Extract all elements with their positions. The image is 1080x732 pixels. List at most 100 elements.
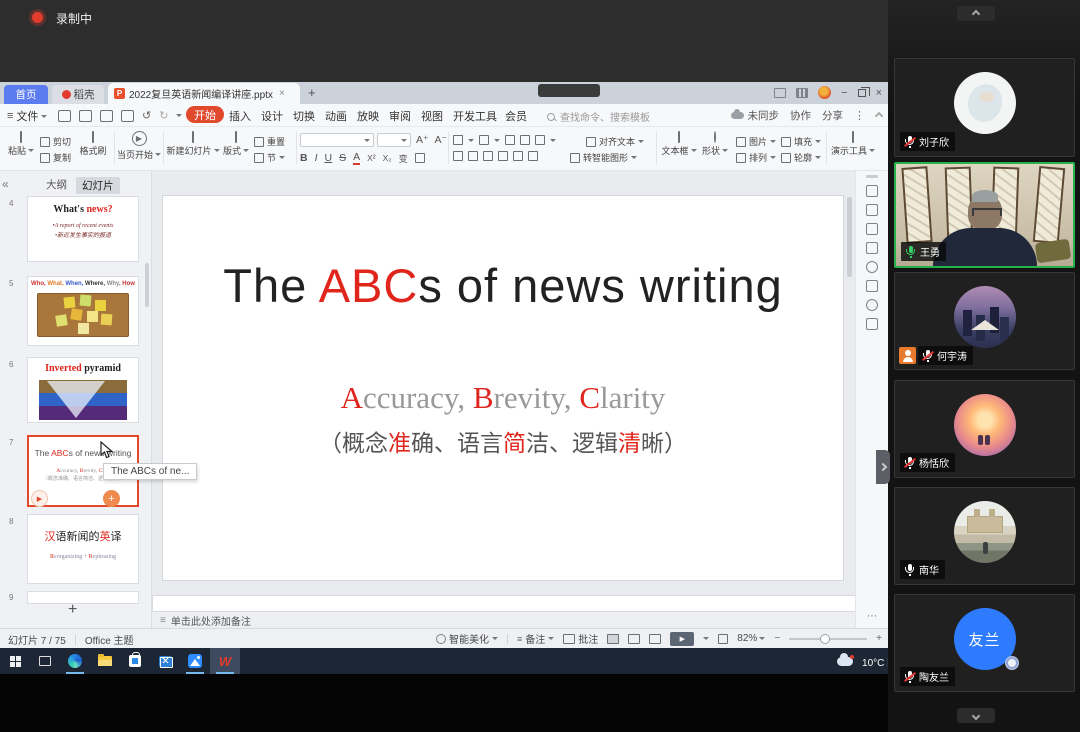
tab-slides[interactable]: 幻灯片: [76, 177, 120, 194]
more-menu-icon[interactable]: ⋮: [854, 109, 865, 122]
reset-button[interactable]: 重置: [254, 135, 285, 148]
help-icon[interactable]: [866, 261, 878, 273]
zoom-in-button[interactable]: +: [876, 633, 882, 644]
font-color-button[interactable]: A: [353, 151, 360, 165]
meeting-app-button[interactable]: [180, 648, 210, 674]
font-size-select[interactable]: [377, 133, 411, 147]
text-effect-button[interactable]: 变: [399, 152, 408, 165]
headset-icon[interactable]: [866, 280, 878, 292]
share-button[interactable]: 分享: [822, 108, 843, 123]
collapse-ribbon-icon[interactable]: [875, 111, 883, 119]
menu-tab-transition[interactable]: 切换: [293, 108, 315, 124]
participant-tile[interactable]: 何宇涛: [894, 272, 1075, 370]
quickbar-more-icon[interactable]: [176, 114, 182, 117]
participant-tile[interactable]: 南华: [894, 487, 1075, 585]
print-preview-icon[interactable]: [121, 110, 134, 122]
menu-tab-home[interactable]: 开始: [186, 106, 224, 123]
normal-view-icon[interactable]: [607, 634, 619, 644]
minimize-button[interactable]: −: [841, 87, 847, 99]
panel-scrollbar[interactable]: [145, 263, 149, 307]
slide-canvas[interactable]: The ABCs of news writing Accuracy, Brevi…: [162, 195, 844, 581]
redo-icon[interactable]: ↻: [159, 109, 168, 122]
canvas-scrollbar[interactable]: [847, 197, 852, 277]
fit-slide-icon[interactable]: [718, 634, 728, 644]
restore-button[interactable]: [858, 89, 866, 97]
zoom-level[interactable]: 82%: [737, 633, 765, 644]
play-from-slide-button[interactable]: ▶: [31, 490, 48, 507]
file-menu[interactable]: ≡ 文件: [7, 108, 47, 124]
mail-button[interactable]: [150, 648, 180, 674]
collapse-panel-icon[interactable]: «: [2, 177, 9, 191]
subscript-button[interactable]: X₂: [383, 153, 392, 163]
shapes-button[interactable]: 形状: [700, 132, 730, 157]
copy-button[interactable]: 复制: [40, 151, 71, 164]
tab-docer[interactable]: 稻壳: [52, 85, 104, 104]
tab-home[interactable]: 首页: [4, 85, 48, 104]
strikethrough-button[interactable]: S: [339, 152, 346, 164]
meeting-float-bar[interactable]: [538, 84, 600, 97]
outline-button[interactable]: 轮廓: [781, 151, 821, 164]
tab-document[interactable]: P 2022复旦英语新闻编译讲座.pptx ×: [108, 83, 300, 104]
font-name-select[interactable]: [300, 133, 374, 147]
export-icon[interactable]: [79, 110, 92, 122]
align-text-button[interactable]: 对齐文本: [586, 135, 644, 148]
play-from-current-button[interactable]: ▶当页开始: [118, 131, 160, 161]
ai-assistant-icon[interactable]: [866, 185, 878, 197]
notes-input[interactable]: [152, 595, 855, 612]
new-slide-button[interactable]: 新建幻灯片: [167, 132, 219, 157]
scroll-up-button[interactable]: [957, 6, 995, 21]
shrink-font-icon[interactable]: A⁻: [435, 134, 448, 146]
menu-tab-animation[interactable]: 动画: [325, 108, 347, 124]
sync-status[interactable]: 未同步: [731, 108, 780, 123]
strip-more-icon[interactable]: ⋯: [856, 611, 888, 622]
menu-tab-review[interactable]: 审阅: [389, 108, 411, 124]
text-direction-icon[interactable]: [535, 135, 545, 145]
menu-tab-slideshow[interactable]: 放映: [357, 108, 379, 124]
scroll-down-button[interactable]: [957, 708, 995, 723]
paste-button[interactable]: 粘贴: [6, 132, 36, 157]
decrease-indent-icon[interactable]: [505, 135, 515, 145]
textbox-button[interactable]: 文本框: [661, 132, 697, 157]
slides-pane-icon[interactable]: [866, 242, 878, 254]
start-button[interactable]: [0, 648, 30, 674]
align-right-icon[interactable]: [483, 151, 493, 161]
slide-thumbnail-4[interactable]: What's news? •A report of recent events …: [27, 196, 139, 262]
zoom-slider-knob[interactable]: [820, 634, 830, 644]
notes-toggle[interactable]: ≡备注: [517, 631, 554, 646]
theme-name[interactable]: Office 主题: [85, 632, 134, 647]
participant-tile[interactable]: 刘子欣: [894, 58, 1075, 157]
align-left-icon[interactable]: [453, 151, 463, 161]
bold-button[interactable]: B: [300, 152, 308, 164]
notes-bar[interactable]: ≡ 单击此处添加备注: [152, 612, 855, 628]
participant-tile-speaking[interactable]: 王勇: [894, 162, 1075, 268]
reading-view-icon[interactable]: [649, 634, 661, 644]
menu-tab-member[interactable]: 会员: [505, 108, 527, 124]
arrange-button[interactable]: 排列: [736, 151, 776, 164]
section-button[interactable]: 节: [254, 151, 285, 164]
fill-button[interactable]: 填充: [781, 135, 821, 148]
store-button[interactable]: [120, 648, 150, 674]
line-spacing-icon[interactable]: [528, 151, 538, 161]
slide-thumbnail-9[interactable]: [27, 591, 139, 604]
collab-button[interactable]: 协作: [790, 108, 811, 123]
command-search[interactable]: 查找命令、搜索模板: [547, 109, 650, 124]
present-tools-button[interactable]: 演示工具: [830, 132, 876, 157]
new-slide-plus-button[interactable]: +: [68, 601, 77, 619]
edge-browser-button[interactable]: [60, 648, 90, 674]
italic-button[interactable]: I: [315, 152, 318, 164]
slideshow-play-button[interactable]: ▶: [670, 632, 694, 646]
participant-tile[interactable]: 杨恬欣: [894, 380, 1075, 478]
panel-expand-handle[interactable]: [876, 450, 890, 484]
format-painter-button[interactable]: 格式刷: [76, 132, 110, 157]
undo-icon[interactable]: ↺: [142, 109, 151, 122]
increase-indent-icon[interactable]: [520, 135, 530, 145]
tab-outline[interactable]: 大纲: [46, 177, 67, 192]
zoom-out-button[interactable]: −: [774, 633, 780, 644]
wps-app-button[interactable]: W: [210, 648, 240, 674]
layout-button[interactable]: 版式: [222, 132, 250, 157]
grow-font-icon[interactable]: A⁺: [416, 134, 429, 146]
beautify-button[interactable]: 智能美化: [436, 631, 498, 646]
comments-toggle[interactable]: 批注: [563, 631, 598, 646]
picture-button[interactable]: 图片: [736, 135, 776, 148]
weather-cloud-icon[interactable]: [837, 657, 853, 666]
